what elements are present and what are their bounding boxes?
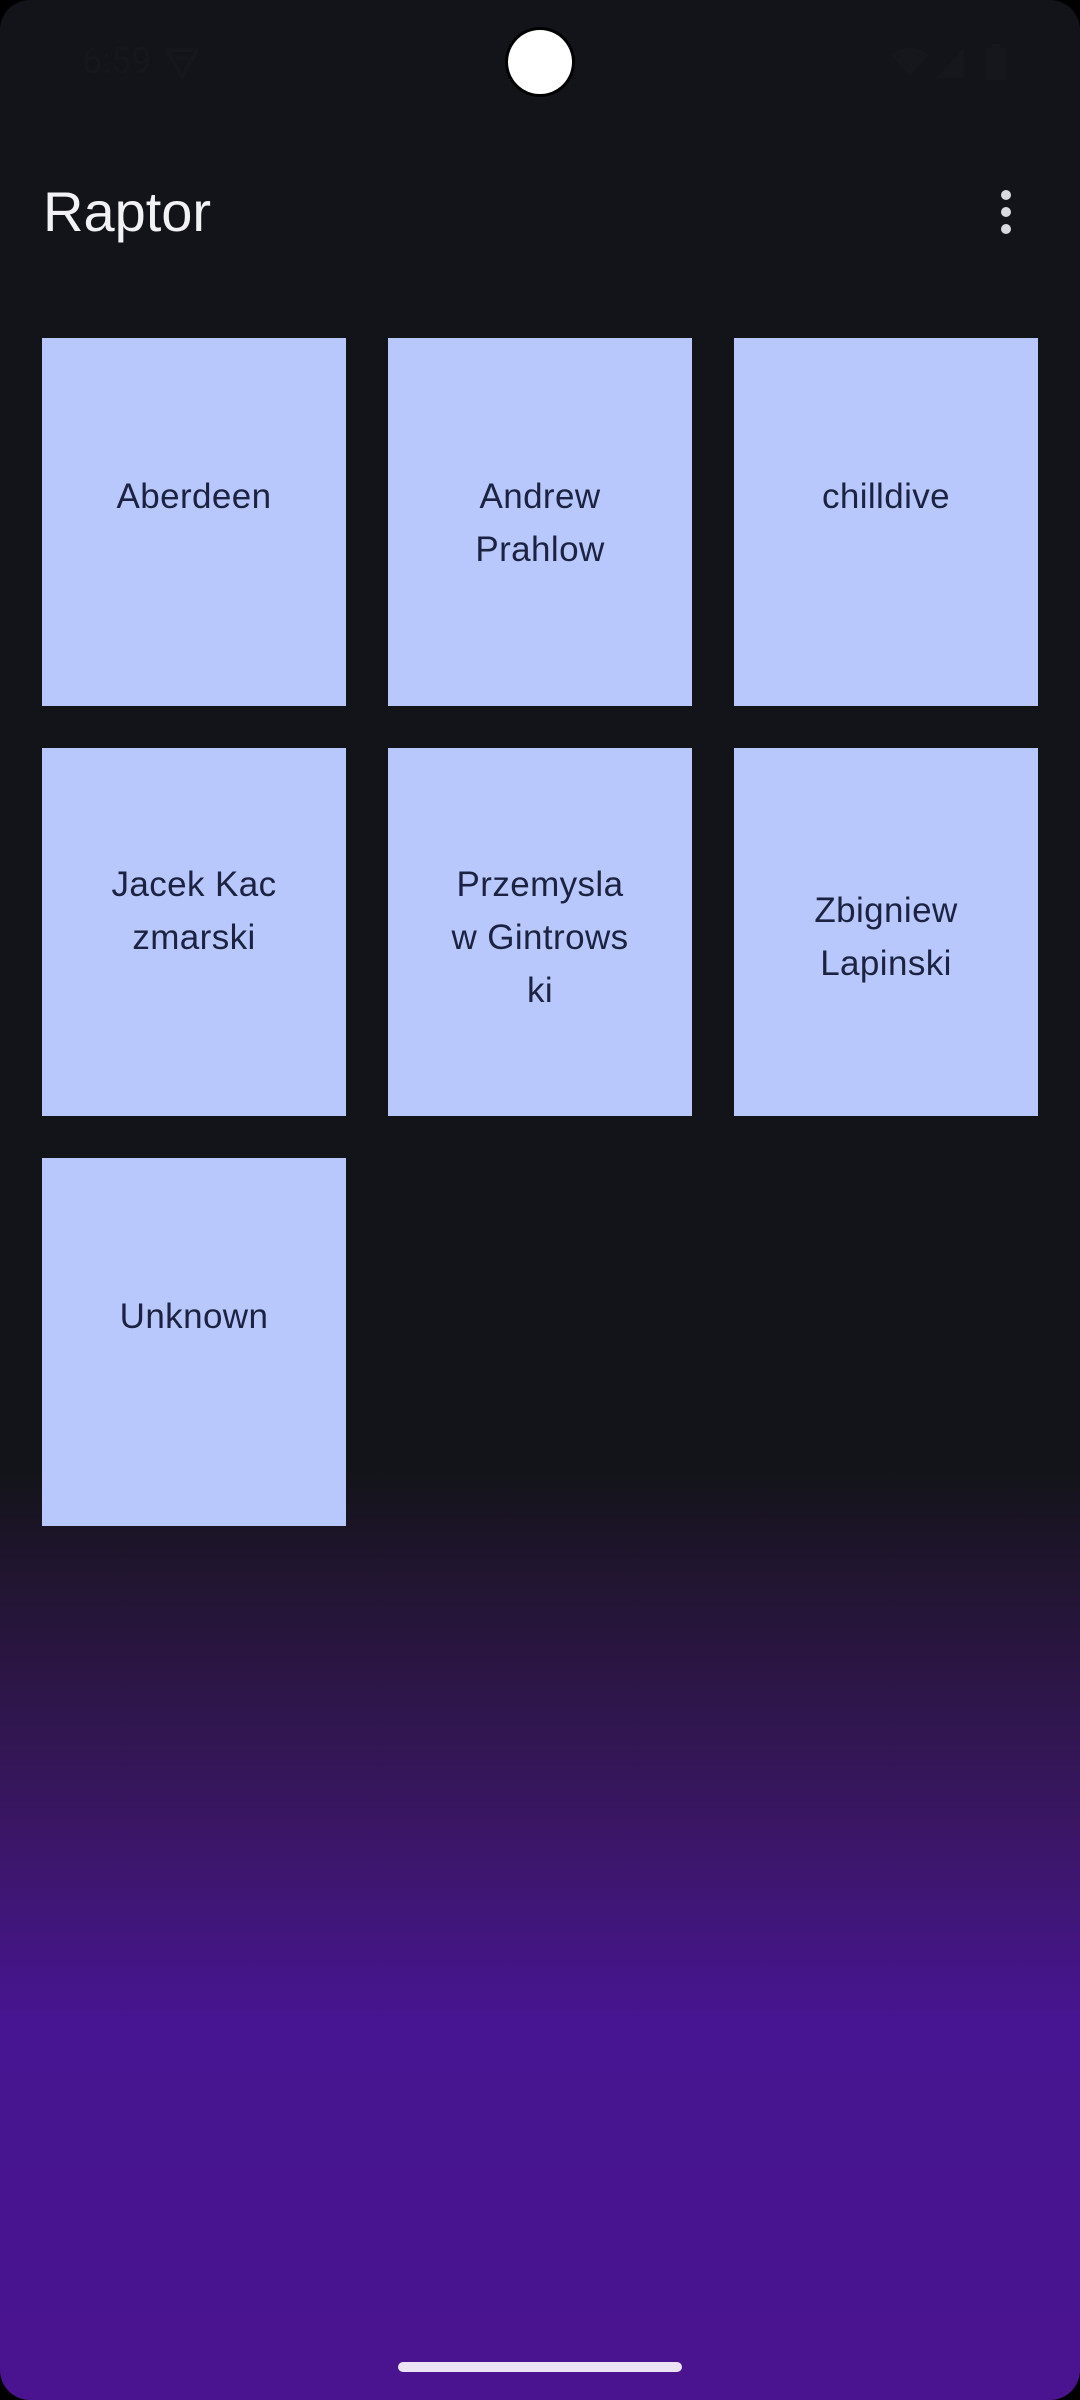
artist-tile-chilldive[interactable]: chilldive <box>734 338 1038 706</box>
more-vert-icon <box>1001 190 1011 200</box>
artist-label: Zbigniew Lapinski <box>814 891 958 983</box>
artist-label: Jacek Kaczmarski <box>111 865 277 957</box>
vpn-key-icon <box>165 48 199 79</box>
artist-label: Andrew Prahlow <box>475 477 605 569</box>
artist-label: Unknown <box>119 1297 269 1336</box>
artist-tile-przemyslaw-gintrowski[interactable]: Przemyslaw Gintrowski <box>388 748 692 1116</box>
home-indicator[interactable] <box>398 2362 682 2372</box>
artist-tile-aberdeen[interactable]: Aberdeen <box>42 338 346 706</box>
artist-label: chilldive <box>821 477 951 516</box>
status-time: 6:59 <box>82 40 152 82</box>
status-bar: 6:59 <box>0 0 1080 126</box>
artist-label: Aberdeen <box>116 477 272 516</box>
artist-tile-jacek-kaczmarski[interactable]: Jacek Kaczmarski <box>42 748 346 1116</box>
more-vert-icon-dot <box>1001 224 1011 234</box>
artist-label: Przemyslaw Gintrowski <box>451 865 629 1010</box>
artist-tile-unknown[interactable]: Unknown <box>42 1158 346 1526</box>
artist-tile-zbigniew-lapinski[interactable]: Zbigniew Lapinski <box>734 748 1038 1116</box>
more-vert-icon-dot <box>1001 207 1011 217</box>
more-options-button[interactable] <box>976 180 1036 244</box>
app-screen: 6:59 Raptor Aberdeen Andrew Prahlow chil… <box>0 0 1080 2400</box>
battery-icon <box>986 44 1006 80</box>
camera-cutout <box>508 30 572 94</box>
app-title: Raptor <box>43 180 212 243</box>
wifi-icon <box>891 47 929 76</box>
cell-signal-icon <box>936 48 964 78</box>
artist-tile-andrew-prahlow[interactable]: Andrew Prahlow <box>388 338 692 706</box>
